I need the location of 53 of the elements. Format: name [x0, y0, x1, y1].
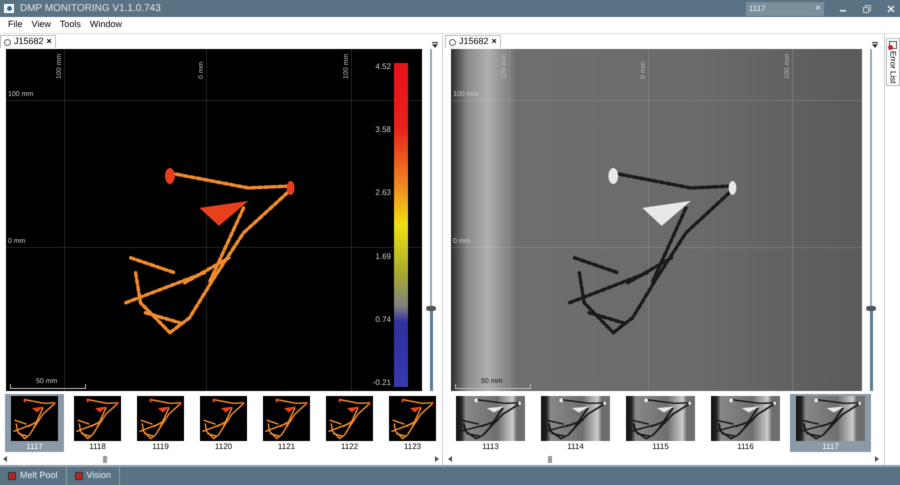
bottom-tab[interactable]: Melt Pool	[0, 467, 67, 485]
colorbar-label: 0.74	[375, 316, 391, 324]
close-button[interactable]: ×	[492, 35, 497, 49]
menu-item[interactable]: Window	[90, 18, 122, 32]
thumbnail-label: 1120	[214, 441, 232, 452]
dropdown-icon[interactable]	[432, 42, 438, 48]
thumbnail-label: 1121	[278, 441, 296, 452]
menu-item[interactable]: View	[32, 18, 51, 32]
menu-item[interactable]: Tools	[60, 18, 81, 32]
thumbnail-drawing	[200, 396, 247, 441]
thumbnail-drawing	[326, 396, 373, 441]
window-title: DMP MONITORING V1.1.0.743	[20, 2, 161, 16]
scrollbar-thumb[interactable]	[103, 456, 107, 462]
thumbnail-drawing	[137, 396, 184, 441]
menu-item[interactable]: File	[8, 18, 23, 32]
thumbnail-drawing	[74, 396, 121, 441]
slider-thumb[interactable]	[426, 306, 436, 311]
document-tab[interactable]: J15682 ×	[445, 35, 501, 48]
thumbnail-drawing	[11, 396, 58, 441]
close-button[interactable]: ×	[46, 35, 52, 49]
side-tab[interactable]: Error List	[886, 38, 900, 86]
slider-thumb[interactable]	[866, 306, 876, 311]
document-tab[interactable]: J15682 ×	[0, 35, 56, 48]
error-list-icon	[888, 41, 896, 49]
thumbnail-label: 1116	[737, 441, 754, 452]
restore-icon[interactable]	[862, 4, 872, 14]
dropdown-icon[interactable]	[872, 42, 878, 48]
thumbnail-label: 1118	[89, 441, 106, 452]
thumbnail-label: 1122	[340, 441, 358, 452]
app-icon	[8, 472, 16, 480]
thumbnail-label: 1117	[26, 441, 43, 452]
close-icon[interactable]	[886, 4, 896, 14]
thumbnail-label: 1123	[404, 441, 422, 452]
thumbnail-label: 1119	[152, 441, 169, 452]
thumbnail-label: 1113	[482, 441, 499, 452]
app-icon	[74, 472, 83, 480]
colorbar-label: 3.58	[375, 126, 391, 134]
thumbnail-drawing	[389, 396, 436, 441]
colorbar-label: -0.21	[372, 378, 391, 387]
vertical-slider[interactable]	[866, 49, 876, 391]
tab-label: J15682	[459, 35, 489, 48]
bottom-tab[interactable]: Vision	[66, 467, 120, 485]
thumbnail-label: 1115	[652, 441, 669, 452]
vertical-slider[interactable]	[426, 49, 436, 391]
tab-label: J15682	[14, 35, 44, 48]
thumbnail-label: 1117	[822, 441, 839, 452]
app-icon	[4, 4, 14, 13]
colorbar-label: 1.69	[375, 252, 391, 261]
thumbnail-drawing	[263, 396, 310, 441]
colorbar-label: 2.63	[375, 189, 391, 198]
thumbnail-label: 1114	[567, 441, 584, 452]
scrollbar-thumb[interactable]	[548, 456, 552, 462]
colorbar-label: 4.52	[375, 63, 391, 71]
